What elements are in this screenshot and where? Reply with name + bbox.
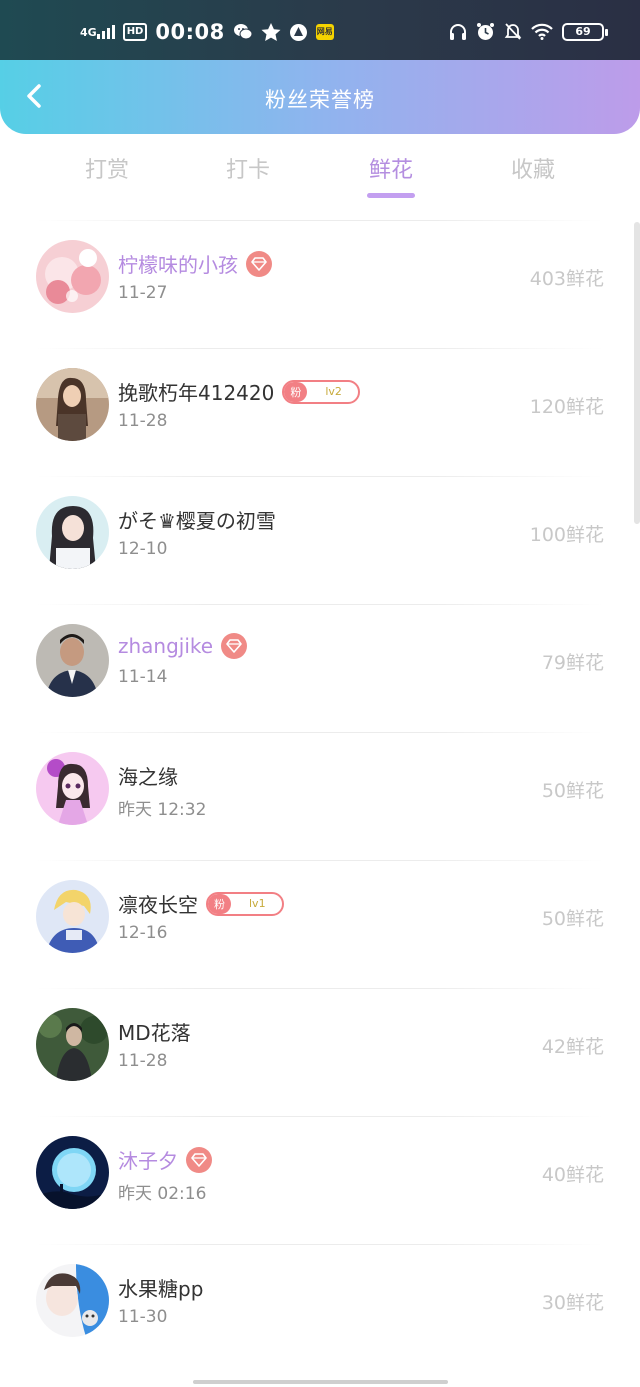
wifi-icon <box>531 23 553 40</box>
user-name[interactable]: 挽歌朽年412420 <box>118 377 274 406</box>
list-item[interactable]: 海之缘 昨天 12:32 50鲜花 <box>0 724 640 852</box>
divider <box>36 860 604 861</box>
user-name[interactable]: zhangjike <box>118 634 213 658</box>
divider <box>36 476 604 477</box>
fan-badge-label: 粉 <box>208 893 231 914</box>
name-line: MD花落 <box>118 1017 191 1046</box>
divider <box>36 1116 604 1117</box>
time-label: 11-14 <box>118 667 168 687</box>
diamond-badge-icon <box>246 250 272 277</box>
divider <box>36 348 604 349</box>
divider <box>36 604 604 605</box>
divider <box>36 732 604 733</box>
fan-level-badge: 粉 lv1 <box>206 891 284 916</box>
name-line: zhangjike <box>118 633 248 659</box>
name-line: 挽歌朽年412420 粉 lv2 <box>118 377 360 406</box>
avatar[interactable] <box>36 240 109 313</box>
user-name[interactable]: 凛夜长空 <box>118 889 198 918</box>
status-right: 69 <box>449 22 608 41</box>
flower-count: 40鲜花 <box>541 1164 604 1186</box>
avatar[interactable] <box>36 368 109 441</box>
tab-favorites[interactable]: 收藏 <box>478 152 588 184</box>
flower-count: 42鲜花 <box>541 1036 604 1058</box>
network-type: 4G <box>80 25 97 39</box>
name-line: 凛夜长空 粉 lv1 <box>118 889 284 918</box>
ranking-list: 柠檬味的小孩 11-27 403鲜花 挽歌朽年412420 粉 lv2 11-2… <box>0 212 640 1364</box>
flower-count: 100鲜花 <box>529 524 604 546</box>
flower-count: 30鲜花 <box>541 1292 604 1314</box>
fan-level-badge: 粉 lv2 <box>282 379 360 404</box>
user-name[interactable]: 水果糖pp <box>118 1273 203 1302</box>
app-badge-icon: 网易 <box>315 24 334 40</box>
app-circle-icon <box>289 23 308 42</box>
user-name[interactable]: 沐子夕 <box>118 1145 178 1174</box>
headphones-icon <box>449 23 467 41</box>
user-name[interactable]: がそ♛樱夏の初雪 <box>118 505 276 534</box>
avatar[interactable] <box>36 496 109 569</box>
avatar[interactable] <box>36 880 109 953</box>
time-label: 12-10 <box>118 539 168 559</box>
flower-count: 50鲜花 <box>541 780 604 802</box>
diamond-badge-icon <box>186 1146 212 1173</box>
time-label: 11-27 <box>118 283 168 303</box>
time-label: 11-28 <box>118 1051 168 1071</box>
tab-bar: 打赏 打卡 鲜花 收藏 <box>0 140 640 204</box>
avatar[interactable] <box>36 1264 109 1337</box>
avatar[interactable] <box>36 624 109 697</box>
list-item[interactable]: 沐子夕 昨天 02:16 40鲜花 <box>0 1108 640 1236</box>
user-name[interactable]: MD花落 <box>118 1017 191 1046</box>
page-header: 粉丝荣誉榜 <box>0 60 640 134</box>
time-label: 12-16 <box>118 923 168 943</box>
signal-icon: 4G <box>80 25 115 39</box>
wechat-icon <box>233 23 253 41</box>
page-title: 粉丝荣誉榜 <box>265 88 375 112</box>
name-line: 沐子夕 <box>118 1145 212 1174</box>
clock: 00:08 <box>155 20 225 44</box>
diamond-badge-icon <box>221 633 248 659</box>
list-item[interactable]: 挽歌朽年412420 粉 lv2 11-28 120鲜花 <box>0 340 640 468</box>
flower-count: 403鲜花 <box>529 268 604 290</box>
user-name[interactable]: 海之缘 <box>118 761 178 790</box>
avatar[interactable] <box>36 1136 109 1209</box>
alarm-icon <box>476 22 495 41</box>
avatar[interactable] <box>36 752 109 825</box>
divider <box>36 988 604 989</box>
list-item[interactable]: 水果糖pp 11-30 30鲜花 <box>0 1236 640 1364</box>
tab-flowers[interactable]: 鲜花 <box>336 152 446 184</box>
time-label: 昨天 02:16 <box>118 1184 207 1204</box>
list-item[interactable]: がそ♛樱夏の初雪 12-10 100鲜花 <box>0 468 640 596</box>
home-indicator[interactable] <box>193 1380 448 1384</box>
list-item[interactable]: 凛夜长空 粉 lv1 12-16 50鲜花 <box>0 852 640 980</box>
avatar[interactable] <box>36 1008 109 1081</box>
flower-count: 120鲜花 <box>529 396 604 418</box>
name-line: 水果糖pp <box>118 1273 203 1302</box>
flower-count: 50鲜花 <box>541 908 604 930</box>
list-item[interactable]: 柠檬味的小孩 11-27 403鲜花 <box>0 212 640 340</box>
divider <box>36 1244 604 1245</box>
mute-bell-icon <box>504 22 522 41</box>
time-label: 11-28 <box>118 411 168 431</box>
fan-badge-level: lv2 <box>325 385 342 398</box>
time-label: 昨天 12:32 <box>118 800 207 820</box>
name-line: がそ♛樱夏の初雪 <box>118 505 276 534</box>
tab-checkin[interactable]: 打卡 <box>193 152 303 184</box>
status-left: 4G HD 00:08 网易 <box>80 20 334 44</box>
fan-badge-label: 粉 <box>284 381 308 402</box>
flower-count: 79鲜花 <box>541 652 604 674</box>
battery-icon: 69 <box>562 22 608 41</box>
tab-active-indicator <box>367 193 415 198</box>
tab-reward[interactable]: 打赏 <box>52 152 162 184</box>
scrollbar[interactable] <box>634 222 640 524</box>
list-item[interactable]: zhangjike 11-14 79鲜花 <box>0 596 640 724</box>
star-icon <box>261 22 281 42</box>
status-bar: 4G HD 00:08 网易 69 <box>0 0 640 60</box>
time-label: 11-30 <box>118 1307 168 1327</box>
name-line: 柠檬味的小孩 <box>118 249 272 278</box>
user-name[interactable]: 柠檬味的小孩 <box>118 249 238 278</box>
divider <box>36 220 604 221</box>
hd-icon: HD <box>122 23 148 41</box>
fan-badge-level: lv1 <box>249 897 266 910</box>
name-line: 海之缘 <box>118 761 178 790</box>
list-item[interactable]: MD花落 11-28 42鲜花 <box>0 980 640 1108</box>
